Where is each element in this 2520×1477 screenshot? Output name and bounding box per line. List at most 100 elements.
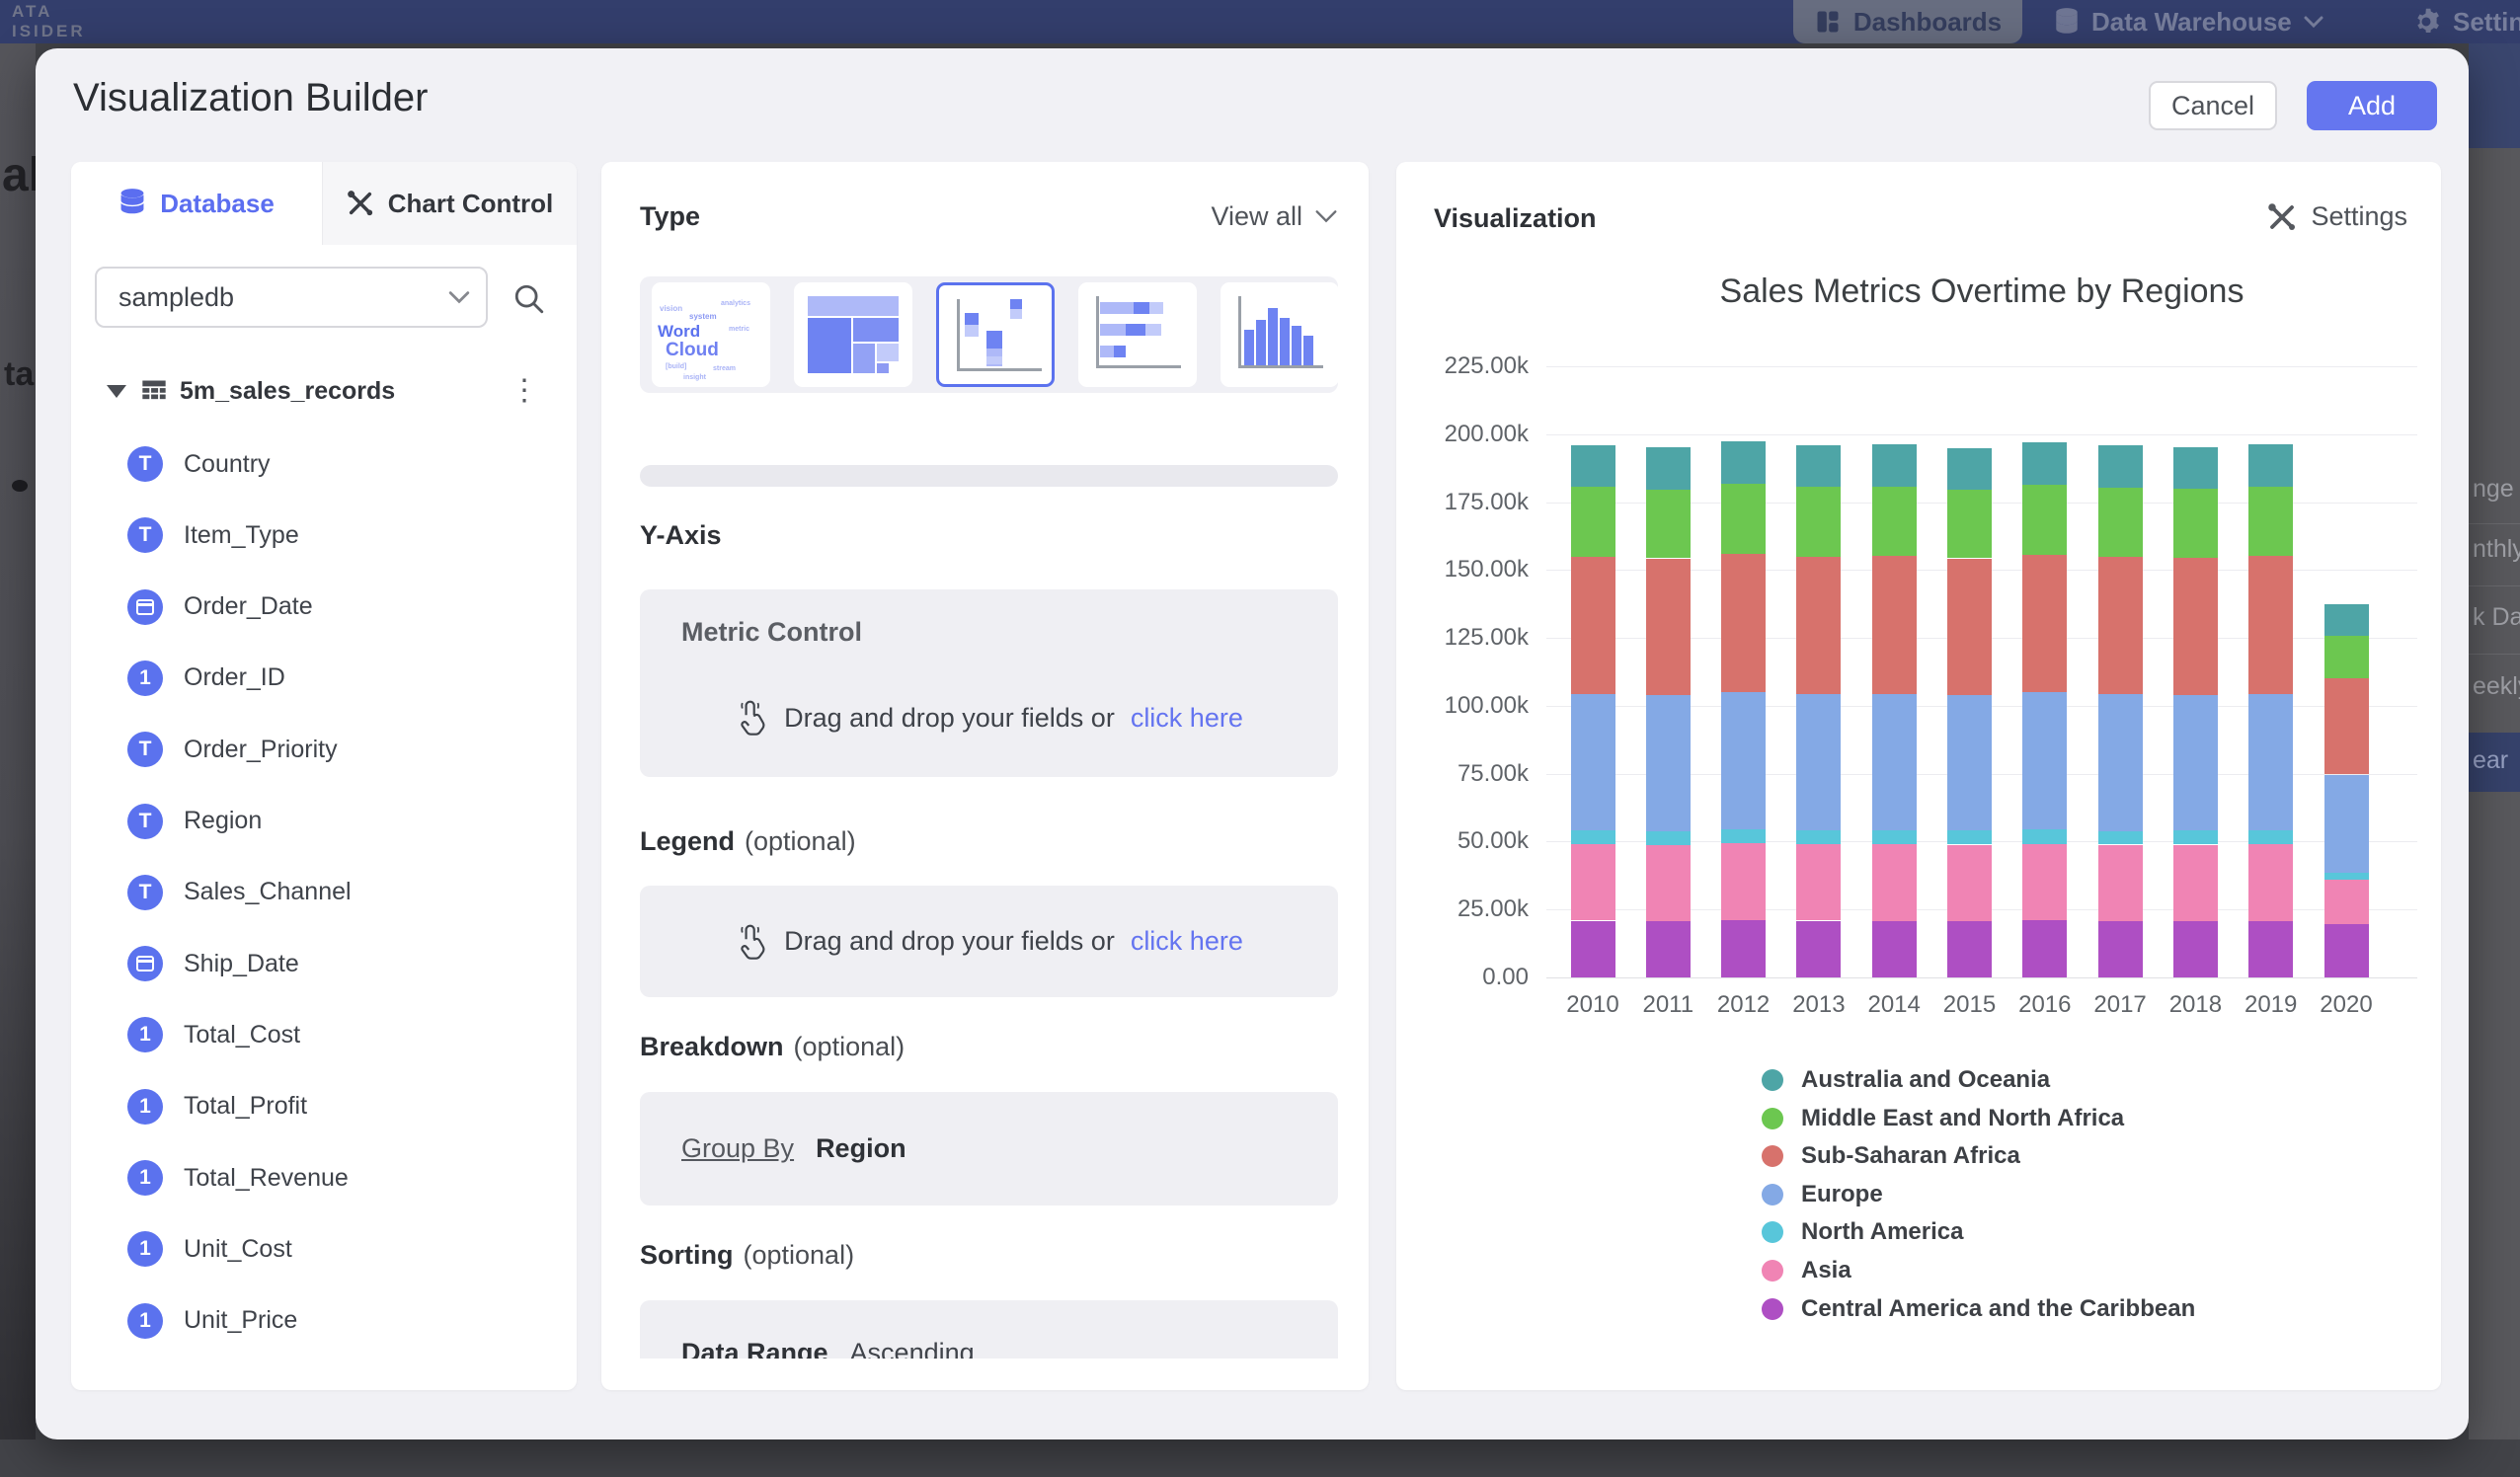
bar-segment-2012[interactable] [1721, 441, 1766, 484]
bar-segment-2017[interactable] [2098, 557, 2143, 694]
breakdown-dropzone[interactable]: Group By Region [640, 1092, 1338, 1205]
field-item-unit_cost[interactable]: 1Unit_Cost [71, 1225, 577, 1273]
bar-segment-2012[interactable] [1721, 920, 1766, 977]
tab-database[interactable]: Database [71, 162, 322, 245]
bar-segment-2018[interactable] [2173, 447, 2218, 489]
bar-segment-2015[interactable] [1947, 695, 1992, 831]
field-item-ship_date[interactable]: Ship_Date [71, 940, 577, 987]
click-here-link[interactable]: click here [1131, 926, 1243, 957]
legend-item[interactable]: Middle East and North Africa [1762, 1107, 2124, 1130]
bar-segment-2020[interactable] [2324, 604, 2369, 636]
bar-segment-2015[interactable] [1947, 921, 1992, 978]
bar-segment-2010[interactable] [1571, 844, 1615, 920]
add-button[interactable]: Add [2307, 81, 2437, 130]
bar-segment-2015[interactable] [1947, 448, 1992, 490]
chart-type-column[interactable] [1221, 282, 1338, 387]
bar-segment-2011[interactable] [1646, 845, 1691, 921]
bar-segment-2014[interactable] [1872, 444, 1917, 487]
field-item-order_date[interactable]: Order_Date [71, 583, 577, 631]
bar-segment-2012[interactable] [1721, 829, 1766, 843]
bar-segment-2013[interactable] [1796, 487, 1841, 556]
bar-segment-2011[interactable] [1646, 695, 1691, 831]
view-all-button[interactable]: View all [1211, 201, 1338, 232]
bar-segment-2010[interactable] [1571, 921, 1615, 978]
chart-type-wordcloud[interactable]: visionanalyticssystemWordmetricCloud[bui… [652, 282, 770, 387]
caret-down-icon[interactable] [107, 385, 126, 398]
bar-segment-2018[interactable] [2173, 845, 2218, 921]
bar-segment-2020[interactable] [2324, 775, 2369, 873]
metric-control-dropzone[interactable]: Metric Control Drag and drop your fields… [640, 589, 1338, 777]
bar-segment-2020[interactable] [2324, 880, 2369, 924]
bar-segment-2019[interactable] [2248, 830, 2293, 844]
bar-segment-2019[interactable] [2248, 444, 2293, 487]
bar-segment-2013[interactable] [1796, 830, 1841, 844]
legend-dropzone[interactable]: Drag and drop your fields or click here [640, 886, 1338, 997]
bar-segment-2017[interactable] [2098, 445, 2143, 488]
table-tree-row[interactable]: 5m_sales_records ⋮ [71, 365, 577, 417]
bar-segment-2015[interactable] [1947, 845, 1992, 921]
search-icon[interactable] [512, 282, 546, 316]
field-item-sales_channel[interactable]: TSales_Channel [71, 869, 577, 916]
bar-segment-2016[interactable] [2022, 442, 2067, 485]
bar-segment-2016[interactable] [2022, 692, 2067, 829]
bar-segment-2015[interactable] [1947, 490, 1992, 559]
bar-segment-2020[interactable] [2324, 873, 2369, 880]
bar-segment-2020[interactable] [2324, 636, 2369, 678]
legend-item[interactable]: Central America and the Caribbean [1762, 1297, 2195, 1321]
chart-type-stackedbar-selected[interactable] [936, 282, 1055, 387]
field-item-total_cost[interactable]: 1Total_Cost [71, 1011, 577, 1058]
legend-item[interactable]: Sub-Saharan Africa [1762, 1144, 2020, 1168]
bar-segment-2016[interactable] [2022, 485, 2067, 554]
bar-segment-2013[interactable] [1796, 557, 1841, 694]
bar-segment-2014[interactable] [1872, 844, 1917, 921]
legend-item[interactable]: North America [1762, 1220, 1963, 1244]
bar-segment-2016[interactable] [2022, 920, 2067, 977]
field-item-region[interactable]: TRegion [71, 798, 577, 845]
bar-segment-2011[interactable] [1646, 921, 1691, 977]
bar-segment-2016[interactable] [2022, 844, 2067, 921]
bar-segment-2019[interactable] [2248, 487, 2293, 556]
bar-segment-2017[interactable] [2098, 488, 2143, 557]
nav-settings[interactable]: Settings [2411, 0, 2520, 43]
bar-segment-2020[interactable] [2324, 678, 2369, 774]
nav-dashboards[interactable]: Dashboards [1793, 0, 2022, 43]
type-selector-scrollbar[interactable] [640, 465, 1338, 487]
field-item-order_id[interactable]: 1Order_ID [71, 655, 577, 702]
bar-segment-2011[interactable] [1646, 559, 1691, 696]
bar-segment-2018[interactable] [2173, 558, 2218, 695]
bar-segment-2017[interactable] [2098, 694, 2143, 830]
bar-segment-2019[interactable] [2248, 921, 2293, 977]
field-item-total_profit[interactable]: 1Total_Profit [71, 1083, 577, 1130]
sorting-dropzone[interactable]: Data Range Ascending [640, 1300, 1338, 1359]
field-item-country[interactable]: TCountry [71, 440, 577, 488]
bar-segment-2018[interactable] [2173, 695, 2218, 831]
bar-segment-2011[interactable] [1646, 490, 1691, 559]
bar-segment-2014[interactable] [1872, 921, 1917, 977]
bar-segment-2019[interactable] [2248, 844, 2293, 921]
bar-segment-2010[interactable] [1571, 830, 1615, 844]
field-item-order_priority[interactable]: TOrder_Priority [71, 726, 577, 773]
kebab-menu-icon[interactable]: ⋮ [510, 382, 539, 400]
legend-item[interactable]: Europe [1762, 1183, 1883, 1206]
bar-segment-2012[interactable] [1721, 843, 1766, 920]
bar-segment-2010[interactable] [1571, 487, 1615, 556]
bar-segment-2017[interactable] [2098, 831, 2143, 845]
bar-segment-2018[interactable] [2173, 921, 2218, 978]
click-here-link[interactable]: click here [1131, 703, 1243, 734]
bar-segment-2013[interactable] [1796, 445, 1841, 488]
bar-segment-2011[interactable] [1646, 831, 1691, 845]
bar-segment-2015[interactable] [1947, 559, 1992, 695]
bar-segment-2018[interactable] [2173, 489, 2218, 558]
group-by-label[interactable]: Group By [681, 1133, 794, 1164]
bar-segment-2010[interactable] [1571, 445, 1615, 488]
bar-segment-2014[interactable] [1872, 487, 1917, 556]
bar-segment-2015[interactable] [1947, 830, 1992, 844]
database-select[interactable]: sampledb [95, 267, 488, 328]
bar-segment-2014[interactable] [1872, 694, 1917, 831]
tab-chart-control[interactable]: Chart Control [322, 162, 577, 245]
bar-segment-2016[interactable] [2022, 555, 2067, 693]
field-item-item_type[interactable]: TItem_Type [71, 511, 577, 559]
bar-segment-2013[interactable] [1796, 921, 1841, 978]
bar-segment-2014[interactable] [1872, 830, 1917, 844]
field-item-total_revenue[interactable]: 1Total_Revenue [71, 1154, 577, 1202]
